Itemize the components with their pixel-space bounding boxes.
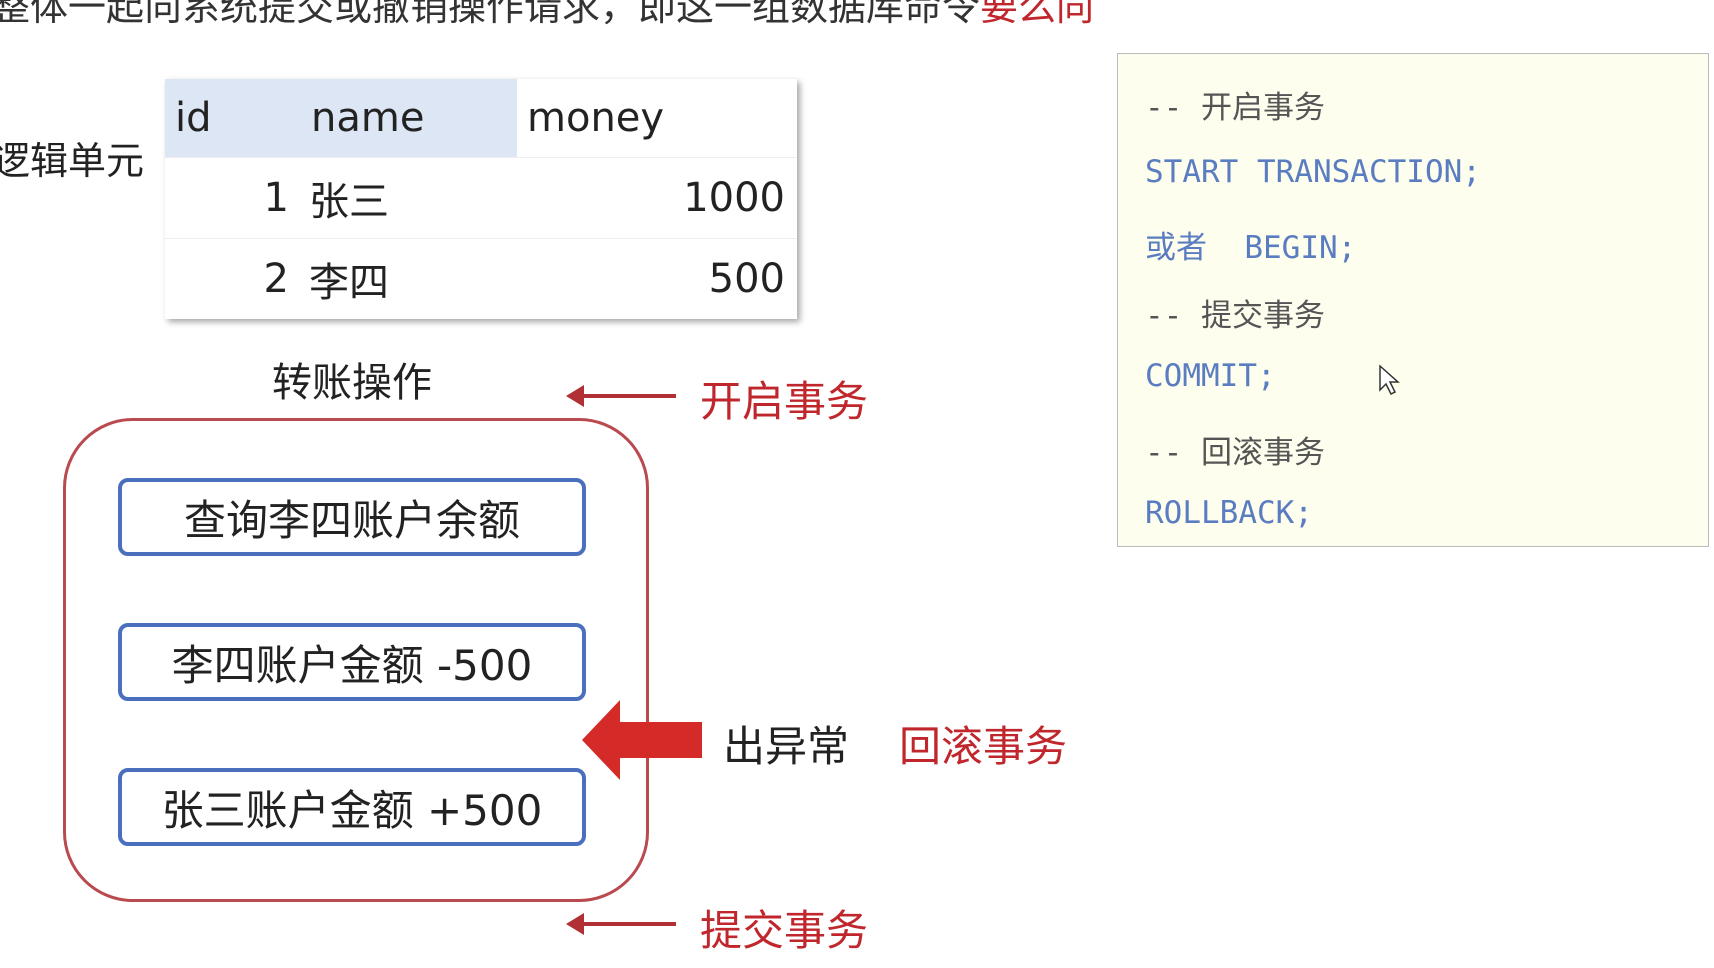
step-debit: 李四账户金额 -500 [118,623,586,701]
table-row: 2 李四 500 [165,238,797,319]
cell-money: 500 [517,238,797,319]
exception-label: 出异常 [723,722,850,771]
col-name: name [301,79,517,158]
col-id: id [165,79,301,158]
rollback-arrow-icon [582,700,702,780]
cell-name: 李四 [301,238,517,319]
code-start-transaction: START TRANSACTION; [1145,154,1481,190]
cell-money: 1000 [517,157,797,239]
col-money: money [517,79,797,158]
intro-text-highlight: 要么同 [980,0,1095,29]
code-begin: 或者 BEGIN; [1145,230,1357,266]
commit-arrow-icon [566,913,676,935]
step-credit: 张三账户金额 +500 [118,768,586,846]
comment-begin: -- 开启事务 [1145,90,1325,126]
operation-title: 转账操作 [272,360,432,406]
begin-arrow-icon [566,385,676,407]
begin-label: 开启事务 [700,377,869,426]
cell-id: 1 [165,157,301,239]
intro-text: 整体一起向系统提交或撤销操作请求，即这一组数据库命令要么同 [0,0,1094,31]
comment-commit: -- 提交事务 [1145,298,1325,334]
rollback-label: 回滚事务 [899,722,1068,771]
logic-unit-label: 逻辑单元 [0,139,145,183]
step-query-balance: 查询李四账户余额 [118,478,586,556]
intro-text-main: 整体一起向系统提交或撤销操作请求，即这一组数据库命令 [0,0,981,29]
sql-code-box: -- 开启事务 START TRANSACTION; 或者 BEGIN; -- … [1117,53,1709,547]
cell-name: 张三 [301,157,517,239]
comment-rollback: -- 回滚事务 [1145,435,1325,471]
mouse-cursor-icon [1379,364,1400,396]
commit-label: 提交事务 [700,906,869,955]
cell-id: 2 [165,238,301,319]
account-table: id name money 1 张三 1000 2 李四 500 [165,79,797,319]
code-commit: COMMIT; [1145,358,1276,394]
code-rollback: ROLLBACK; [1145,495,1313,531]
table-row: 1 张三 1000 [165,157,797,239]
